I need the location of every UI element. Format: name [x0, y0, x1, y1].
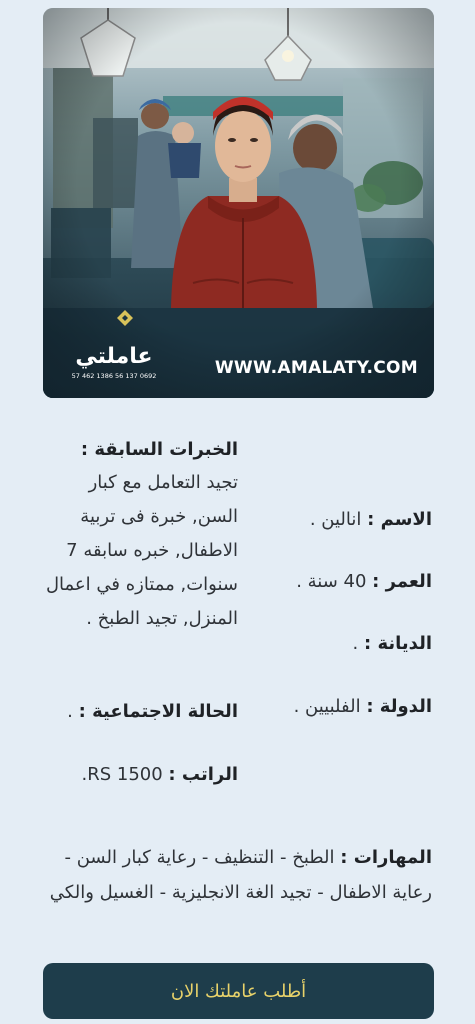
worker-photo-illustration: [43, 8, 434, 398]
skills-section: المهارات : الطبخ - التنظيف - رعاية كبار …: [37, 840, 432, 910]
website-url: WWW.AMALATY.COM: [214, 358, 418, 378]
name-label: الاسم :: [367, 509, 432, 530]
marital-status-label: الحالة الاجتماعية :: [78, 701, 238, 722]
brand-logo: عاملتي 57 462 1386 56 137 0692: [69, 344, 159, 381]
marital-status-row: الحالة الاجتماعية : .: [38, 695, 238, 728]
country-label: الدولة :: [366, 696, 432, 717]
age-label: العمر :: [372, 571, 432, 592]
religion-row: الديانة : .: [272, 627, 432, 660]
worker-photo: عاملتي 57 462 1386 56 137 0692 WWW.AMALA…: [43, 8, 434, 398]
brand-phone-numbers: 57 462 1386 56 137 0692: [71, 372, 157, 380]
name-value: انالين .: [309, 509, 362, 530]
experience-text: تجيد التعامل مع كبار السن, خبرة فى تربية…: [45, 472, 238, 629]
salary-row: الراتب : RS 1500.: [38, 758, 238, 791]
age-row: العمر : 40 سنة .: [272, 565, 432, 598]
country-row: الدولة : الفلبيين .: [257, 690, 432, 723]
previous-experience: الخبرات السابقة : تجيد التعامل مع كبار ا…: [38, 433, 238, 636]
country-value: الفلبيين .: [293, 696, 361, 717]
brand-logo-text: عاملتي: [75, 344, 153, 369]
religion-label: الديانة :: [364, 633, 432, 654]
request-worker-button-label: أطلب عاملتك الان: [170, 980, 307, 1002]
request-worker-button[interactable]: أطلب عاملتك الان: [43, 963, 434, 1019]
experience-label: الخبرات السابقة :: [80, 439, 238, 460]
name-row: الاسم : انالين .: [272, 503, 432, 536]
age-value: 40 سنة .: [296, 571, 367, 592]
salary-value: RS 1500.: [81, 764, 163, 785]
worker-profile-page: عاملتي 57 462 1386 56 137 0692 WWW.AMALA…: [0, 0, 475, 1024]
marital-status-value: .: [67, 701, 73, 722]
skills-label: المهارات :: [340, 847, 432, 868]
salary-label: الراتب :: [168, 764, 238, 785]
religion-value: .: [352, 633, 359, 654]
